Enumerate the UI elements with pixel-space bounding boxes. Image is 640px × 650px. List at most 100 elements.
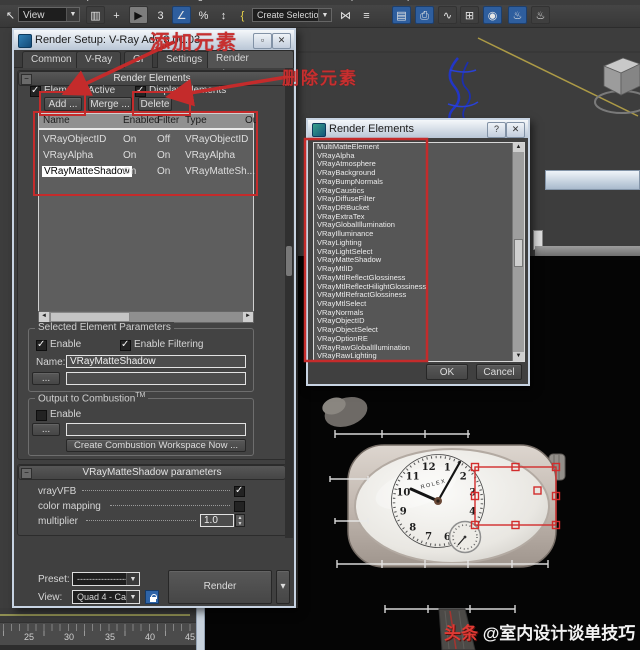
view-label: View: — [38, 592, 63, 603]
scroll-up-icon[interactable]: ▲ — [513, 143, 524, 152]
combustion-enable-label: Enable — [50, 409, 82, 420]
render-setup-icon[interactable]: ⎙ — [415, 6, 434, 24]
3dsmax-logo-icon — [312, 123, 326, 137]
viewport-lock-button[interactable] — [145, 590, 159, 604]
dialog-vscrollbar[interactable] — [285, 68, 293, 538]
render-iterative-icon[interactable]: ♨ — [531, 6, 550, 24]
align-icon[interactable]: ≡ — [357, 6, 376, 24]
popup-scroll-thumb[interactable] — [514, 239, 523, 267]
render-elements-popup: Render Elements ? ✕ MultiMatteElement VR… — [306, 118, 530, 386]
render-production-icon[interactable]: ♨ — [508, 6, 527, 24]
elements-list-header[interactable]: Name Enabled Filter Type Ou — [39, 114, 258, 130]
scroll-left-icon[interactable]: ◄ — [39, 312, 49, 322]
watch-subdial — [448, 520, 482, 554]
popup-close-button[interactable]: ✕ — [506, 122, 525, 138]
scroll-thumb[interactable] — [50, 312, 130, 322]
named-selection-sets-icon[interactable]: { — [233, 6, 252, 24]
menu-maxscript[interactable]: MAXScript — [312, 0, 359, 2]
enable-filtering-label: Enable Filtering — [134, 339, 204, 350]
element-type-list[interactable]: MultiMatteElement VRayAlpha VRayAtmosphe… — [313, 142, 525, 362]
tab-common[interactable]: Common — [22, 51, 81, 68]
annotation-delete-text: 删除元素 — [282, 69, 358, 88]
combustion-path-field[interactable] — [66, 423, 246, 436]
render-setup-dialog: Render Setup: V-Ray Adv 3.00.03 ▫ ✕ Comm… — [12, 28, 296, 608]
multiplier-label: multiplier — [38, 516, 79, 527]
popup-scrollbar[interactable]: ▲ ▼ — [512, 143, 524, 361]
help-button[interactable]: ? — [487, 122, 506, 138]
chevron-down-icon[interactable]: ▼ — [318, 9, 331, 21]
view-combo[interactable]: View ▼ — [18, 7, 80, 22]
preset-combo[interactable]: ------------------ ▼ — [72, 572, 140, 586]
color-mapping-checkbox[interactable] — [234, 501, 245, 512]
popup-titlebar[interactable]: Render Elements ? ✕ — [308, 120, 528, 138]
tab-vray[interactable]: V-Ray — [76, 51, 122, 68]
browse-button[interactable]: ... — [32, 372, 60, 385]
svg-text:7: 7 — [425, 532, 432, 543]
select-cursor-icon[interactable]: ▶ — [129, 6, 148, 24]
ok-button[interactable]: OK — [426, 364, 468, 380]
vrayvfb-checkbox[interactable] — [234, 485, 245, 497]
render-more-button[interactable]: ▾ — [276, 570, 290, 604]
display-elements-label: Display Elements — [149, 85, 227, 96]
enable-checkbox[interactable] — [36, 339, 47, 351]
delete-button[interactable]: Delete — [138, 97, 172, 111]
watermark-brand: 头条 — [444, 624, 478, 643]
menu-animation[interactable]: Animation — [14, 0, 58, 2]
scroll-right-icon[interactable]: ► — [243, 312, 253, 322]
elements-active-checkbox[interactable] — [30, 85, 41, 97]
render-frame-window-icon[interactable]: ⊞ — [460, 6, 479, 24]
multiplier-field[interactable]: 1.0 — [200, 514, 234, 527]
create-combustion-button[interactable]: Create Combustion Workspace Now ... — [66, 439, 246, 452]
svg-text:12: 12 — [422, 462, 436, 473]
menu-graph-editors[interactable]: Graph Editors — [70, 0, 132, 2]
menu-help[interactable]: Help — [392, 0, 413, 2]
render-button[interactable]: Render — [168, 570, 272, 604]
time-ruler[interactable]: 25 30 35 40 45 — [0, 622, 196, 647]
scroll-down-icon[interactable]: ▼ — [513, 352, 524, 361]
merge-button[interactable]: Merge ... — [88, 97, 132, 111]
snap-columns-icon[interactable]: ▥ — [86, 6, 105, 24]
menu-rendering[interactable]: Rendering — [157, 0, 203, 2]
chevron-down-icon[interactable]: ▼ — [126, 591, 139, 603]
chevron-down-icon[interactable]: ▼ — [66, 8, 79, 21]
combustion-browse-button[interactable]: ... — [32, 423, 60, 436]
collapse-icon[interactable]: − — [21, 468, 32, 479]
layer-manager-icon[interactable]: ▤ — [392, 6, 411, 24]
multiplier-spinner[interactable]: ▲ ▼ — [235, 514, 245, 527]
add-button[interactable]: Add ... — [44, 97, 82, 111]
move-snap-icon[interactable]: + — [107, 6, 126, 24]
matteshadow-rollout-header[interactable]: − VRayMatteShadow parameters — [18, 465, 286, 480]
dialog-vscroll-thumb[interactable] — [286, 246, 292, 276]
3dsmax-logo-icon — [18, 34, 32, 48]
combustion-enable-checkbox[interactable] — [36, 410, 47, 421]
tab-gi[interactable]: GI — [124, 51, 153, 68]
mirror-icon[interactable]: ⋈ — [336, 6, 355, 24]
cancel-button[interactable]: Cancel — [476, 364, 522, 380]
environment-render-icon[interactable]: ◉ — [483, 6, 502, 24]
menu-customize[interactable]: Customize — [233, 0, 280, 2]
enable-filtering-checkbox[interactable] — [120, 339, 131, 351]
element-name-field[interactable]: VRayMatteShadow — [66, 355, 246, 368]
minimize-button[interactable]: ▫ — [253, 33, 272, 49]
collapse-icon[interactable]: − — [21, 74, 32, 85]
view-cube[interactable] — [594, 57, 640, 114]
selection-set-combo[interactable]: Create Selection Se ▼ — [252, 8, 332, 22]
svg-text:2: 2 — [460, 472, 467, 483]
display-elements-checkbox[interactable] — [135, 85, 146, 97]
viewport-select-combo[interactable]: Quad 4 - Camer ▼ — [72, 590, 140, 604]
elements-list[interactable]: Name Enabled Filter Type Ou VRayObjectID… — [38, 113, 258, 312]
output-path-field[interactable] — [66, 372, 246, 385]
percent-snap-icon[interactable]: % — [194, 6, 213, 24]
vrayvfb-label: vrayVFB — [38, 486, 77, 497]
camera-viewport-lower — [205, 608, 298, 650]
spinner-snap-icon[interactable]: ↕ — [214, 6, 233, 24]
chevron-down-icon[interactable]: ▼ — [126, 573, 139, 585]
curve-editor-icon[interactable]: ∿ — [438, 6, 457, 24]
elements-active-label: Elements Active — [44, 85, 116, 96]
snaps-toggle-3-icon[interactable]: 3 — [151, 6, 170, 24]
enable-label: Enable — [50, 339, 82, 350]
angle-snap-icon[interactable]: ∠ — [172, 6, 191, 24]
close-button[interactable]: ✕ — [272, 33, 291, 49]
svg-text:8: 8 — [409, 522, 416, 533]
render-elements-rollout-header[interactable]: − Render Elements — [18, 71, 286, 86]
